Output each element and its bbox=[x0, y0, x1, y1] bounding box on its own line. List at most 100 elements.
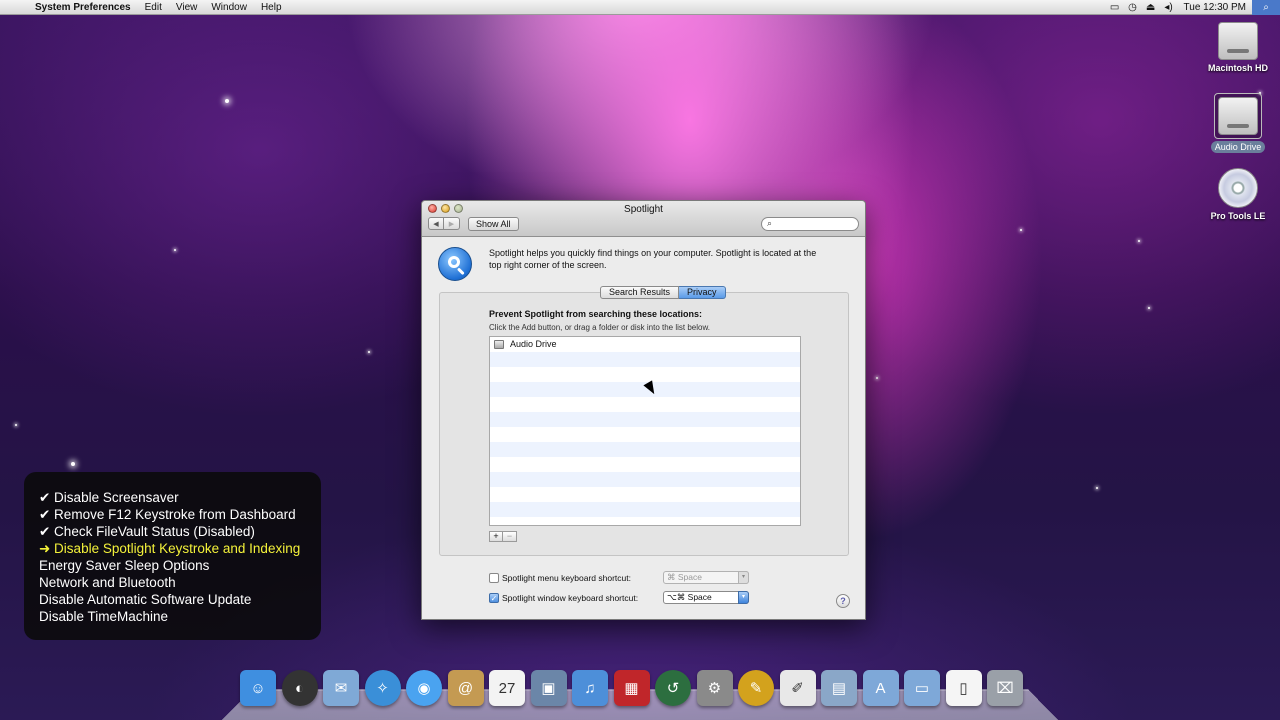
trash-icon[interactable]: ⌧ bbox=[987, 670, 1023, 706]
airplay-icon[interactable]: ▭ bbox=[1106, 2, 1124, 13]
intro-description: Spotlight helps you quickly find things … bbox=[489, 248, 817, 270]
empty-row bbox=[490, 457, 800, 472]
search-icon: ⌕ bbox=[767, 218, 773, 228]
empty-row bbox=[490, 517, 800, 525]
remove-location-button[interactable]: − bbox=[503, 531, 517, 542]
empty-row bbox=[490, 502, 800, 517]
safari-icon[interactable]: ✧ bbox=[364, 670, 401, 706]
wallpaper-star bbox=[225, 99, 229, 103]
dashboard-icon[interactable]: ◐ bbox=[281, 670, 318, 706]
iphoto-slideshow-icon[interactable]: ▤ bbox=[821, 670, 857, 706]
tab-bar: Search Results Privacy bbox=[600, 286, 726, 299]
forward-arrow-icon[interactable]: ▶ bbox=[444, 217, 460, 230]
menu-shortcut-checkbox[interactable] bbox=[489, 573, 499, 583]
garageband-icon[interactable]: ✎ bbox=[738, 670, 774, 706]
tab-privacy[interactable]: Privacy bbox=[679, 286, 726, 299]
ical-icon[interactable]: 27 bbox=[489, 670, 525, 706]
desktop-icon-label: Pro Tools LE bbox=[1210, 211, 1266, 221]
document-icon[interactable]: ▯ bbox=[945, 670, 982, 706]
preferences-search-field[interactable]: ⌕ bbox=[761, 217, 859, 231]
checklist-item: ✔ Check FileVault Status (Disabled) bbox=[39, 524, 255, 539]
window-shortcut-value: ⌥⌘ Space bbox=[667, 592, 712, 602]
spotlight-preferences-window: Spotlight ◀ ▶ Show All ⌕ Spotlight helps… bbox=[421, 200, 866, 620]
intro-section: Spotlight helps you quickly find things … bbox=[438, 247, 829, 281]
desktop-icon-macintosh-hd[interactable]: Macintosh HD bbox=[1202, 22, 1274, 73]
empty-row bbox=[490, 487, 800, 502]
empty-row bbox=[490, 427, 800, 442]
wallpaper-star bbox=[1138, 240, 1140, 242]
photo-booth-icon[interactable]: ▦ bbox=[613, 670, 650, 706]
system-preferences-icon[interactable]: ⚙ bbox=[696, 670, 733, 706]
wallpaper-star bbox=[71, 462, 75, 466]
back-arrow-icon[interactable]: ◀ bbox=[428, 217, 444, 230]
finder-icon[interactable]: ☺ bbox=[240, 670, 276, 706]
address-book-icon[interactable]: @ bbox=[447, 670, 484, 706]
menu-view[interactable]: View bbox=[169, 2, 205, 13]
tutorial-checklist-overlay: ✔ Disable Screensaver ✔ Remove F12 Keyst… bbox=[24, 472, 321, 640]
spotlight-menu-icon[interactable]: ⌕ bbox=[1252, 0, 1280, 15]
window-shortcut-checkbox[interactable]: ✓ bbox=[489, 593, 499, 603]
empty-row bbox=[490, 472, 800, 487]
menu-help[interactable]: Help bbox=[254, 2, 289, 13]
checklist-item: ✔ Disable Screensaver bbox=[39, 490, 179, 505]
checklist-item: ✔ Remove F12 Keystroke from Dashboard bbox=[39, 507, 296, 522]
iphoto-icon[interactable]: ▣ bbox=[530, 670, 567, 706]
privacy-hint: Click the Add button, or drag a folder o… bbox=[489, 323, 711, 332]
empty-row bbox=[490, 412, 800, 427]
eject-icon[interactable]: ⏏ bbox=[1142, 2, 1160, 13]
desktop-icon-audio-drive[interactable]: Audio Drive bbox=[1202, 91, 1274, 155]
itunes-icon[interactable]: ♫ bbox=[572, 670, 608, 706]
navigation-buttons: ◀ ▶ bbox=[428, 217, 460, 230]
mail-icon[interactable]: ✉ bbox=[323, 670, 359, 706]
privacy-panel: Search Results Privacy Prevent Spotlight… bbox=[439, 286, 849, 556]
wallpaper-star bbox=[1148, 307, 1150, 309]
tab-search-results[interactable]: Search Results bbox=[600, 286, 680, 299]
checklist-item: Energy Saver Sleep Options bbox=[39, 558, 210, 573]
wallpaper-star bbox=[876, 377, 878, 379]
menu-window[interactable]: Window bbox=[204, 2, 254, 13]
ichat-icon[interactable]: ◉ bbox=[406, 670, 442, 706]
hard-drive-icon bbox=[1218, 22, 1258, 60]
volume-icon[interactable]: ◂) bbox=[1160, 2, 1178, 13]
checklist-item: Network and Bluetooth bbox=[39, 575, 176, 590]
menu-edit[interactable]: Edit bbox=[138, 2, 169, 13]
preview-icon[interactable]: ✐ bbox=[779, 670, 816, 706]
applications-folder-icon[interactable]: A bbox=[862, 670, 899, 706]
window-shortcut-row: ✓ Spotlight window keyboard shortcut: bbox=[489, 593, 638, 603]
desktop-icon-label: Macintosh HD bbox=[1207, 63, 1268, 73]
menu-shortcut-popup[interactable]: ⌘ Space ▾ bbox=[663, 571, 749, 584]
help-button[interactable]: ? bbox=[836, 594, 850, 608]
dock: ☺ ◐ ✉ ✧ ◉ @27 ▣ ♫ ▦ ↺ ⚙ ✎ ✐ ▤ A ▭ ▯ ⌧ bbox=[240, 670, 1029, 706]
chevron-down-icon: ▾ bbox=[738, 591, 749, 604]
checklist-item: Disable TimeMachine bbox=[39, 609, 169, 624]
menu-shortcut-value: ⌘ Space bbox=[667, 572, 702, 582]
list-item-label: Audio Drive bbox=[510, 339, 557, 349]
window-shortcut-label: Spotlight window keyboard shortcut: bbox=[502, 593, 639, 603]
menu-shortcut-label: Spotlight menu keyboard shortcut: bbox=[502, 573, 631, 583]
menu-app-name[interactable]: System Preferences bbox=[28, 2, 138, 13]
empty-row bbox=[490, 397, 800, 412]
empty-row bbox=[490, 367, 800, 382]
menu-shortcut-row: Spotlight menu keyboard shortcut: bbox=[489, 573, 631, 583]
add-location-button[interactable]: + bbox=[489, 531, 503, 542]
show-all-button[interactable]: Show All bbox=[468, 217, 519, 231]
menu-bar: System Preferences Edit View Window Help… bbox=[0, 0, 1280, 15]
desktop-icon-pro-tools-le[interactable]: Pro Tools LE bbox=[1202, 168, 1274, 221]
wallpaper-star bbox=[368, 351, 370, 353]
window-shortcut-popup[interactable]: ⌥⌘ Space ▾ bbox=[663, 591, 749, 604]
list-item[interactable]: Audio Drive bbox=[490, 337, 800, 352]
wallpaper-star bbox=[1096, 487, 1098, 489]
chevron-down-icon: ▾ bbox=[738, 571, 749, 584]
hard-drive-icon bbox=[1218, 97, 1258, 135]
menu-extras: ▭ ◷ ⏏ ◂) Tue 12:30 PM ⌕ bbox=[1106, 0, 1280, 15]
checklist-item-current: ➜ Disable Spotlight Keystroke and Indexi… bbox=[39, 541, 301, 556]
wallpaper-star bbox=[174, 249, 176, 251]
documents-folder-icon[interactable]: ▭ bbox=[904, 670, 940, 706]
time-machine-icon[interactable]: ↺ bbox=[655, 670, 691, 706]
privacy-heading: Prevent Spotlight from searching these l… bbox=[489, 309, 703, 319]
excluded-locations-list[interactable]: Audio Drive bbox=[489, 336, 801, 526]
menu-clock[interactable]: Tue 12:30 PM bbox=[1178, 2, 1252, 13]
time-machine-icon[interactable]: ◷ bbox=[1124, 2, 1142, 13]
wallpaper-star bbox=[1020, 229, 1022, 231]
drive-icon bbox=[494, 340, 504, 349]
